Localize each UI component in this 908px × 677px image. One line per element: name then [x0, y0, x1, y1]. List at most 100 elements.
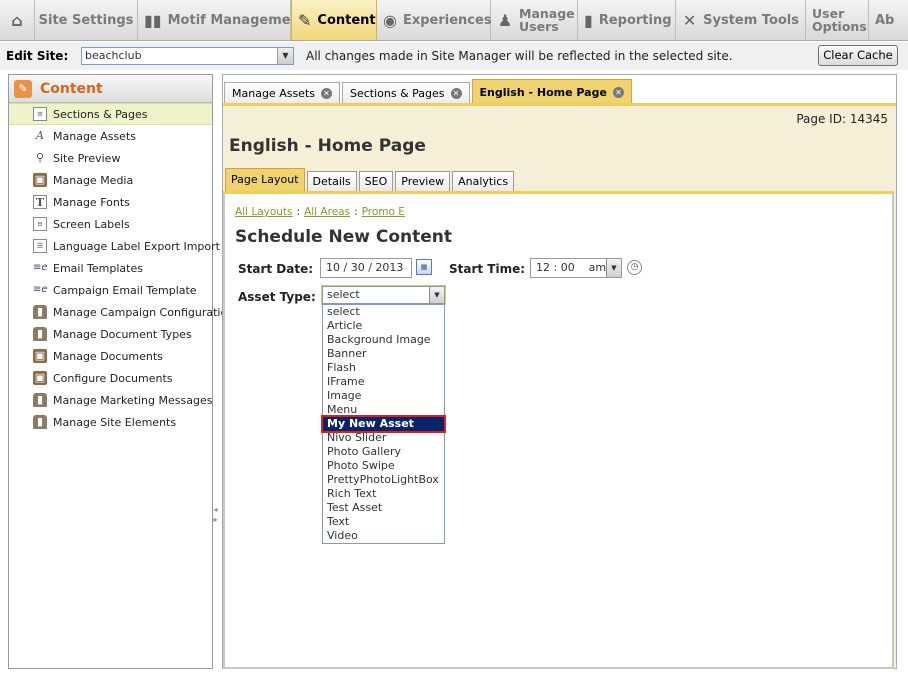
tab-label: English - Home Page	[479, 85, 607, 99]
dropdown-option[interactable]: Background Image	[323, 333, 444, 347]
nav-reporting[interactable]: ▮ Reporting	[578, 0, 676, 40]
nav-manage-users[interactable]: ♟ Manage Users	[491, 0, 578, 40]
close-icon[interactable]: ✕	[321, 88, 332, 99]
list-icon: ☰	[33, 239, 47, 253]
nav-motif-management[interactable]: ▮▮ Motif Management	[138, 0, 306, 40]
nav-label: Reporting	[598, 12, 672, 28]
nav-label: Ab	[875, 12, 895, 28]
tab-analytics[interactable]: Analytics	[452, 171, 515, 191]
can-icon: ▮	[33, 305, 47, 319]
schedule-title: Schedule New Content	[235, 227, 453, 247]
font-t-icon: T	[33, 195, 47, 209]
dropdown-option[interactable]: Image	[323, 389, 444, 403]
tab-sections-pages[interactable]: Sections & Pages ✕	[342, 82, 470, 104]
edit-site-label: Edit Site:	[6, 49, 69, 63]
sidebar-item-manage-campaign-configuration[interactable]: ▮ Manage Campaign Configuration	[9, 301, 234, 323]
start-date-label: Start Date:	[238, 262, 314, 276]
sidebar-item-configure-documents[interactable]: ▣ Configure Documents	[9, 367, 212, 389]
sidebar-item-manage-marketing-messages[interactable]: ▮ Manage Marketing Messages	[9, 389, 212, 411]
dropdown-option-highlighted[interactable]: My New Asset	[321, 415, 446, 433]
tab-seo[interactable]: SEO	[358, 171, 394, 191]
nav-site-settings[interactable]: Site Settings	[35, 0, 138, 40]
sidebar-header[interactable]: ✎ Content	[9, 75, 212, 103]
nav-content[interactable]: ✎ Content	[291, 0, 377, 40]
breadcrumb-separator: :	[354, 206, 358, 218]
dropdown-option[interactable]: Menu	[323, 403, 444, 417]
can-icon: ▮	[33, 415, 47, 429]
main-panel: Manage Assets ✕ Sections & Pages ✕ Engli…	[222, 74, 897, 669]
nav-label: Content	[317, 12, 376, 28]
site-select[interactable]: beachclub ▼	[81, 47, 294, 65]
media-icon: ▣	[33, 371, 47, 385]
asset-type-select[interactable]: select ▼	[321, 285, 446, 305]
dropdown-option[interactable]: Banner	[323, 347, 444, 361]
dropdown-option[interactable]: Test Asset	[323, 501, 444, 515]
sidebar-item-label: Manage Campaign Configuration	[53, 305, 235, 319]
tools-icon: ✕	[682, 10, 697, 30]
tab-english-home-page[interactable]: English - Home Page ✕	[471, 79, 632, 104]
clock-icon[interactable]: ◷	[627, 260, 642, 275]
schedule-content-form: All Layouts: All Areas: Promo E Schedule N…	[223, 191, 894, 669]
tab-manage-assets[interactable]: Manage Assets ✕	[224, 82, 340, 104]
sidebar-item-screen-labels[interactable]: ≡ Screen Labels	[9, 213, 212, 235]
sidebar-item-manage-site-elements[interactable]: ▮ Manage Site Elements	[9, 411, 212, 433]
tab-label: Manage Assets	[232, 87, 315, 100]
breadcrumb-promo-e[interactable]: Promo E	[362, 206, 405, 218]
dropdown-option[interactable]: Flash	[323, 361, 444, 375]
dropdown-option[interactable]: Nivo Slider	[323, 431, 444, 445]
close-icon[interactable]: ✕	[450, 88, 462, 99]
breadcrumb-all-areas[interactable]: All Areas	[304, 206, 350, 218]
media-icon: ▣	[33, 349, 47, 363]
start-time-value: 12 : 00 am	[536, 261, 607, 274]
sidebar-item-manage-documents[interactable]: ▣ Manage Documents	[9, 345, 212, 367]
dropdown-option[interactable]: select	[323, 305, 444, 319]
breadcrumb-all-layouts[interactable]: All Layouts	[235, 206, 293, 218]
tab-details[interactable]: Details	[306, 171, 357, 191]
magnifier-icon: ⚲	[35, 151, 45, 164]
sidebar-item-language-label-export-import[interactable]: ☰ Language Label Export Import	[9, 235, 220, 257]
page-icon: ≡	[33, 107, 47, 121]
nav-about[interactable]: Ab	[869, 0, 908, 40]
sidebar-title: Content	[40, 80, 103, 97]
page-icon: ≡	[33, 217, 47, 231]
dropdown-option[interactable]: Article	[323, 319, 444, 333]
dropdown-option[interactable]: PrettyPhotoLightBox	[323, 473, 444, 487]
site-select-value: beachclub	[85, 49, 142, 62]
dropdown-option[interactable]: Rich Text	[323, 487, 444, 501]
can-icon: ▮	[33, 327, 47, 341]
sidebar-item-email-templates[interactable]: ≡e Email Templates	[9, 257, 212, 279]
font-a-icon: A	[36, 129, 44, 142]
panel-splitter-handle[interactable]: ◂ ▸	[213, 505, 218, 545]
sidebar-item-sections-pages[interactable]: ≡ Sections & Pages	[9, 103, 212, 125]
chevron-down-icon[interactable]: ▼	[429, 287, 444, 303]
start-date-field[interactable]: 10 / 30 / 2013	[320, 258, 412, 278]
nav-user-options[interactable]: User Options	[806, 0, 869, 40]
close-icon[interactable]: ✕	[612, 86, 624, 98]
sidebar-item-manage-assets[interactable]: A Manage Assets	[9, 125, 212, 147]
start-time-field[interactable]: 12 : 00 am ▼	[530, 258, 622, 278]
sidebar-item-manage-document-types[interactable]: ▮ Manage Document Types	[9, 323, 212, 345]
nav-experiences[interactable]: ◉ Experiences	[377, 0, 492, 40]
tab-preview[interactable]: Preview	[395, 171, 451, 191]
sidebar-item-site-preview[interactable]: ⚲ Site Preview	[9, 147, 212, 169]
dropdown-option[interactable]: Video	[323, 529, 444, 543]
sidebar-item-label: Manage Site Elements	[53, 415, 177, 429]
dropdown-option[interactable]: IFrame	[323, 375, 444, 389]
dropdown-option[interactable]: Photo Gallery	[323, 445, 444, 459]
nav-system-tools[interactable]: ✕ System Tools	[676, 0, 806, 40]
nav-home[interactable]: ⌂	[0, 0, 35, 40]
dropdown-option[interactable]: Text	[323, 515, 444, 529]
sidebar-item-manage-media[interactable]: ▣ Manage Media	[9, 169, 212, 191]
content-sidebar: ✎ Content ≡ Sections & Pages A Manage Asse…	[8, 74, 234, 669]
email-icon: ≡e	[33, 284, 48, 295]
chevron-down-icon[interactable]: ▼	[277, 48, 293, 64]
sidebar-item-manage-fonts[interactable]: T Manage Fonts	[9, 191, 212, 213]
sidebar-item-campaign-email-template[interactable]: ≡e Campaign Email Template	[9, 279, 212, 301]
calendar-icon[interactable]: ▦	[416, 259, 432, 275]
nav-label: User Options	[812, 6, 867, 34]
chevron-down-icon[interactable]: ▼	[606, 259, 621, 277]
clear-cache-button[interactable]: Clear Cache	[818, 45, 898, 66]
globe-icon: ◉	[383, 10, 397, 30]
dropdown-option[interactable]: Photo Swipe	[323, 459, 444, 473]
tab-page-layout[interactable]: Page Layout	[225, 168, 305, 191]
